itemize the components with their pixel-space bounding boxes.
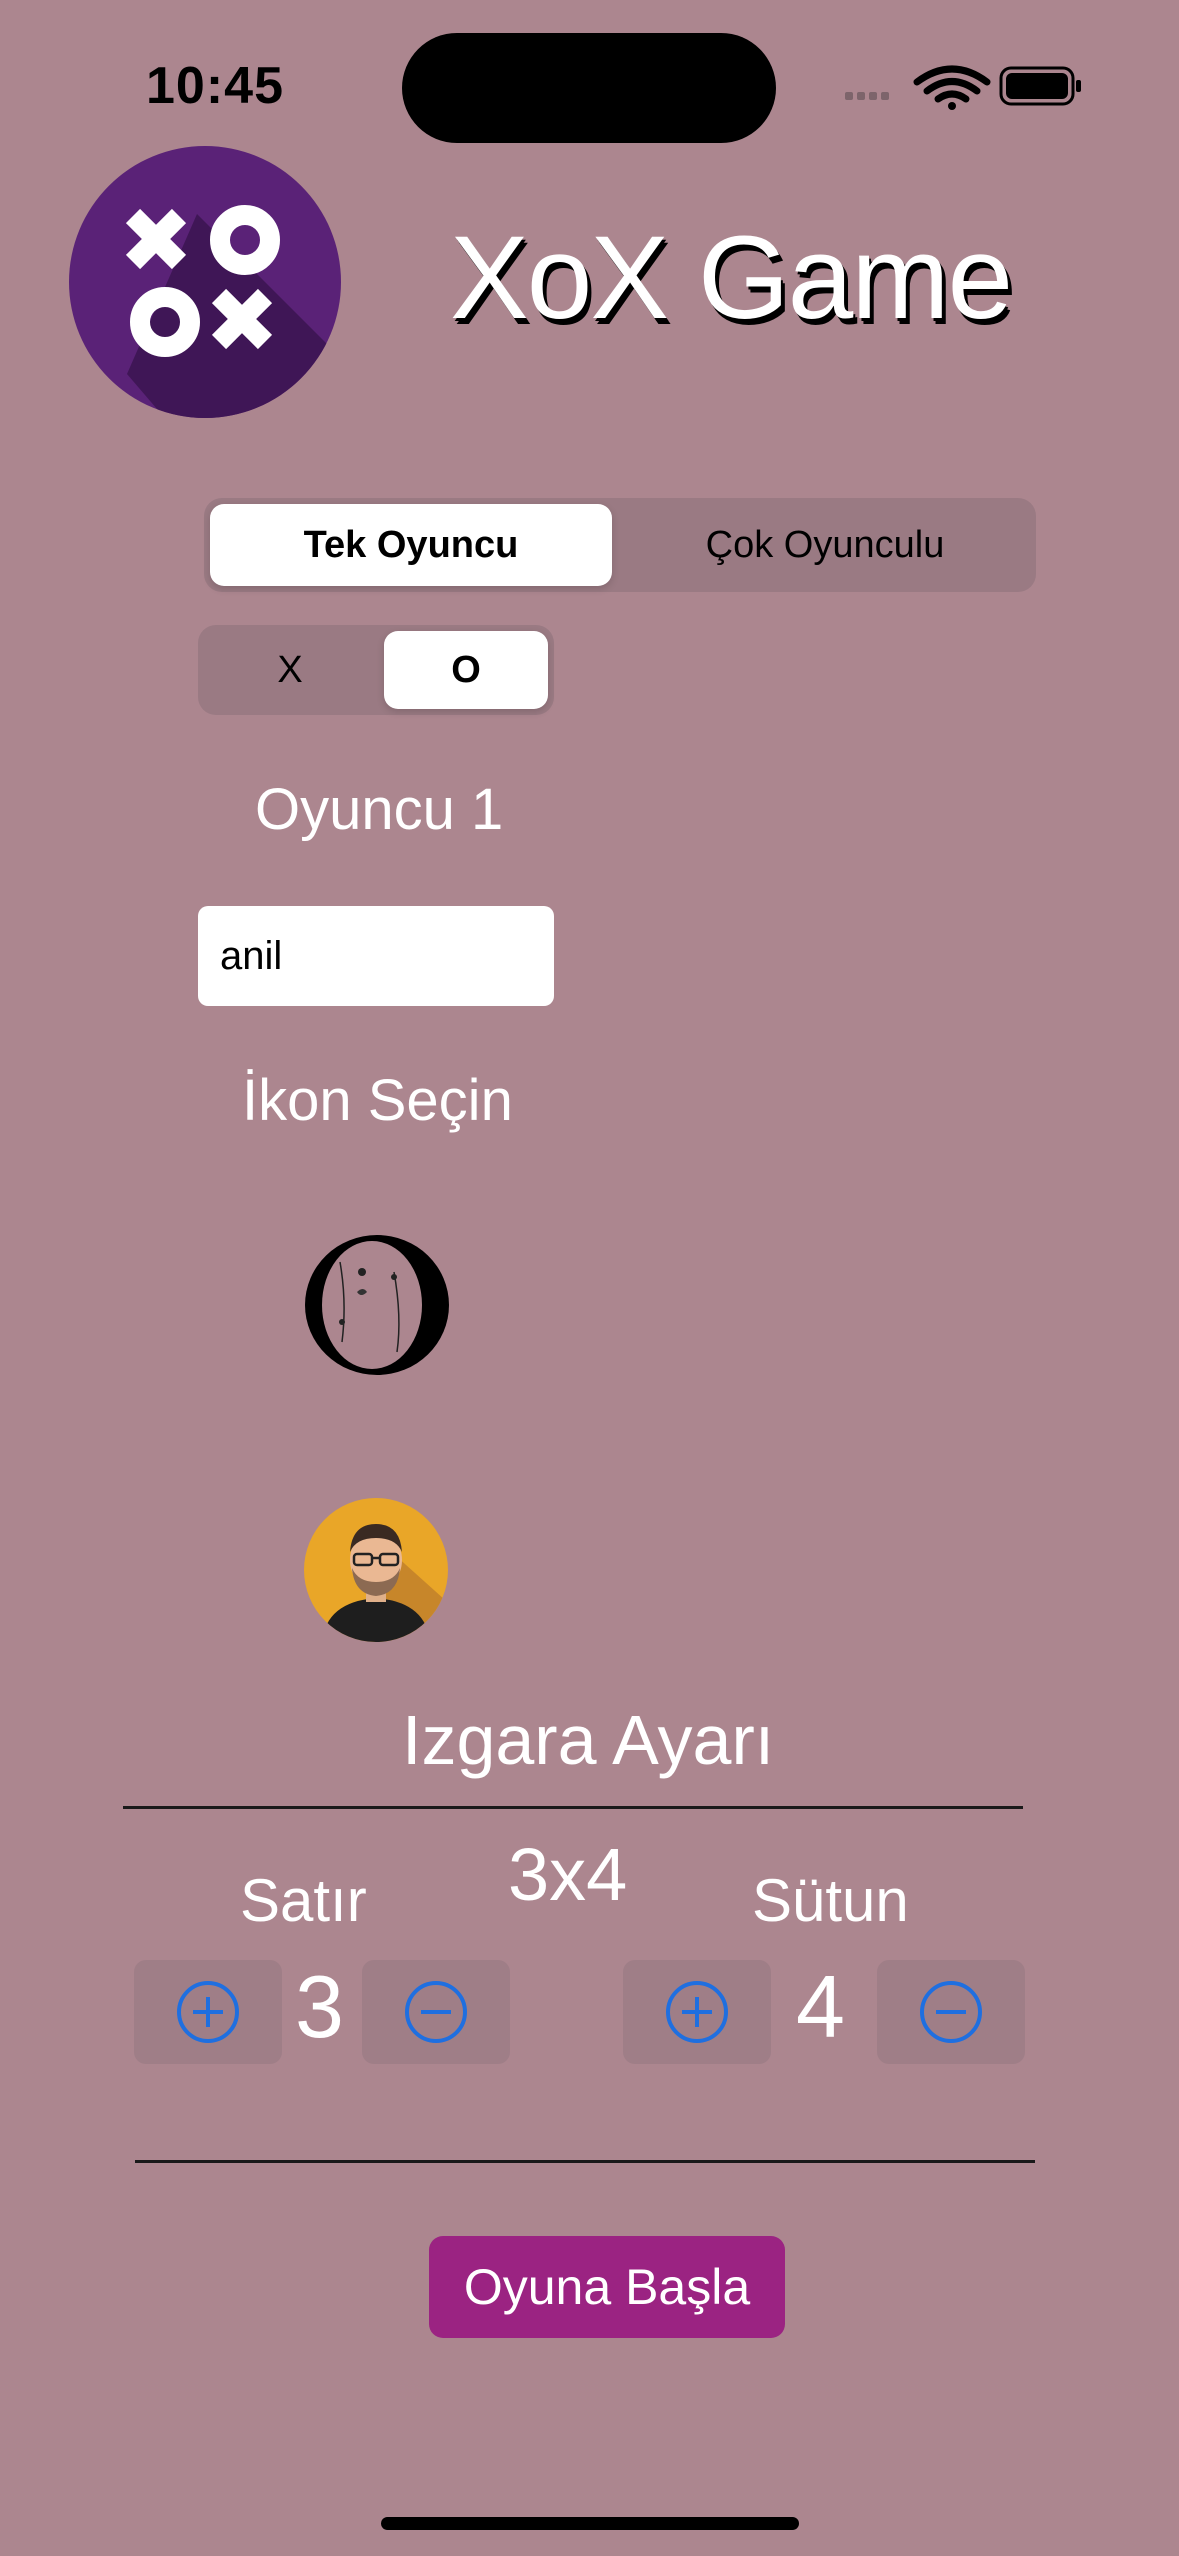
- player-name-input[interactable]: [198, 906, 554, 1006]
- app-title: XoX Game: [450, 212, 1013, 344]
- rows-value: 3: [295, 1957, 344, 2056]
- status-icons: [845, 65, 1081, 110]
- symbol-selector: X O: [198, 625, 554, 715]
- start-game-button[interactable]: Oyuna Başla: [429, 2236, 785, 2338]
- avatar-man-icon[interactable]: [304, 1498, 448, 1642]
- icon-picker-label: İkon Seçin: [242, 1068, 513, 1133]
- battery-icon: [999, 66, 1081, 106]
- plus-circle-icon: [177, 1981, 239, 2043]
- rows-decrement-button[interactable]: [362, 1960, 510, 2064]
- symbol-option-x[interactable]: X: [204, 631, 376, 709]
- rows-increment-button[interactable]: [134, 1960, 282, 2064]
- home-indicator: [381, 2517, 799, 2530]
- columns-label: Sütun: [752, 1867, 909, 1934]
- grid-size-value: 3x4: [508, 1833, 628, 1916]
- minus-circle-icon: [920, 1981, 982, 2043]
- grid-settings-title: Izgara Ayarı: [402, 1701, 775, 1779]
- rows-label: Satır: [240, 1867, 367, 1934]
- divider-bottom: [135, 2160, 1035, 2163]
- columns-value: 4: [796, 1957, 845, 2056]
- divider-top: [123, 1806, 1023, 1809]
- columns-decrement-button[interactable]: [877, 1960, 1025, 2064]
- minus-circle-icon: [405, 1981, 467, 2043]
- mode-option-multi[interactable]: Çok Oyunculu: [620, 504, 1030, 586]
- dynamic-island: [402, 33, 776, 143]
- mode-option-single[interactable]: Tek Oyuncu: [210, 504, 612, 586]
- status-time: 10:45: [146, 57, 284, 115]
- floral-o-icon[interactable]: [302, 1232, 452, 1378]
- signal-icon: [845, 92, 889, 100]
- xoxo-logo-icon: [69, 146, 341, 418]
- columns-increment-button[interactable]: [623, 1960, 771, 2064]
- wifi-icon: [913, 65, 991, 110]
- mode-selector: Tek Oyuncu Çok Oyunculu: [204, 498, 1036, 592]
- plus-circle-icon: [666, 1981, 728, 2043]
- player-label: Oyuncu 1: [255, 777, 504, 842]
- symbol-option-o[interactable]: O: [384, 631, 548, 709]
